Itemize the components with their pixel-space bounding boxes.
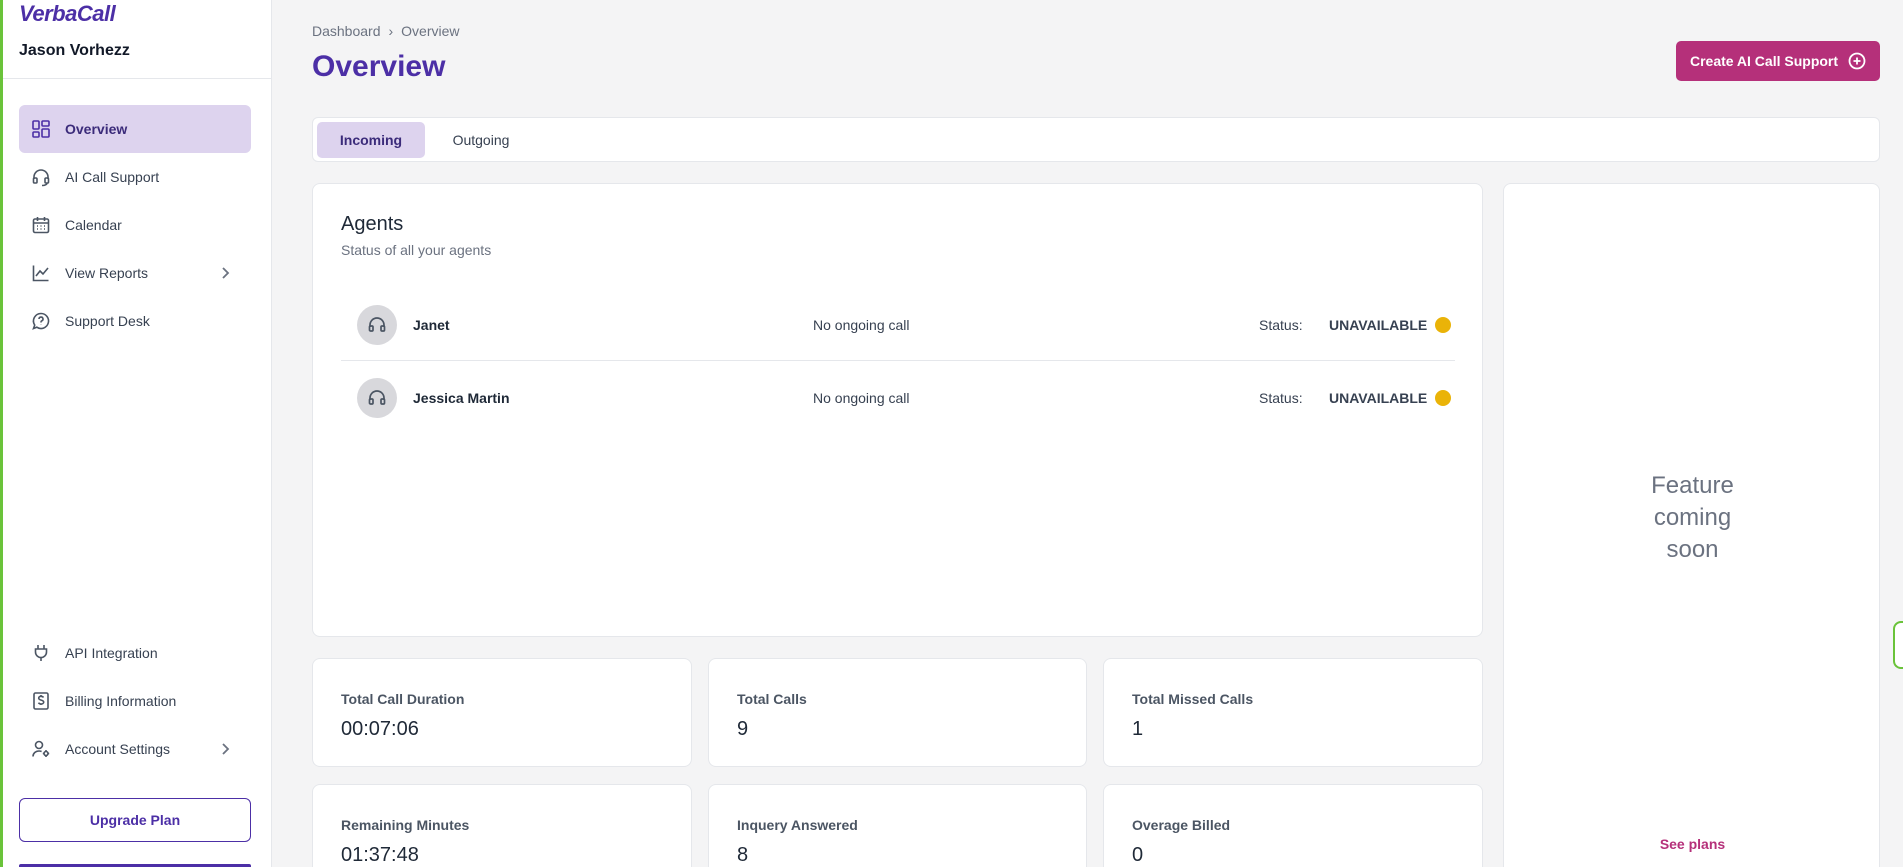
agent-row[interactable]: Jessica Martin No ongoing call Status: U… bbox=[341, 362, 1455, 434]
status-indicator-dot bbox=[1435, 317, 1451, 333]
stat-card-remaining-minutes: Remaining Minutes 01:37:48 bbox=[312, 784, 692, 867]
stat-label: Inquery Answered bbox=[737, 817, 858, 833]
sidebar-item-ai-call-support[interactable]: AI Call Support bbox=[19, 153, 251, 201]
chat-help-icon bbox=[31, 311, 51, 331]
sidebar-item-label: API Integration bbox=[65, 645, 158, 661]
tab-outgoing[interactable]: Outgoing bbox=[431, 122, 531, 158]
stat-card-total-missed-calls: Total Missed Calls 1 bbox=[1103, 658, 1483, 767]
breadcrumb-dashboard-link[interactable]: Dashboard bbox=[312, 23, 381, 39]
agent-status-label: Status: bbox=[1259, 390, 1303, 406]
agent-row[interactable]: Janet No ongoing call Status: UNAVAILABL… bbox=[341, 289, 1455, 361]
stat-value: 9 bbox=[737, 718, 749, 740]
agent-call-status: No ongoing call bbox=[813, 317, 910, 333]
breadcrumb: Dashboard › Overview bbox=[312, 23, 460, 39]
tab-incoming[interactable]: Incoming bbox=[317, 122, 425, 158]
agents-card: Agents Status of all your agents Janet N… bbox=[312, 183, 1483, 637]
stat-card-inquery-answered: Inquery Answered 8 bbox=[708, 784, 1087, 867]
grid-icon bbox=[31, 119, 51, 139]
stat-value: 01:37:48 bbox=[341, 844, 419, 866]
headset-icon bbox=[368, 390, 386, 405]
agent-name: Janet bbox=[413, 317, 450, 333]
stat-label: Total Call Duration bbox=[341, 691, 465, 707]
chart-line-icon bbox=[31, 263, 51, 283]
stat-value: 1 bbox=[1132, 718, 1144, 740]
chevron-right-icon bbox=[217, 265, 233, 281]
chat-widget-tab[interactable] bbox=[1893, 621, 1903, 669]
sidebar-item-label: Calendar bbox=[65, 217, 122, 233]
stat-card-total-calls: Total Calls 9 bbox=[708, 658, 1087, 767]
status-indicator-dot bbox=[1435, 390, 1451, 406]
sidebar-item-billing-information[interactable]: Billing Information bbox=[19, 677, 251, 725]
see-plans-link[interactable]: See plans bbox=[1504, 836, 1881, 852]
sidebar-item-label: Billing Information bbox=[65, 693, 177, 709]
create-ai-call-support-button[interactable]: Create AI Call Support bbox=[1676, 41, 1880, 81]
plug-icon bbox=[31, 643, 51, 663]
agent-status-value: UNAVAILABLE bbox=[1329, 317, 1428, 333]
agents-title: Agents bbox=[341, 213, 404, 235]
stat-label: Total Missed Calls bbox=[1132, 691, 1254, 707]
sidebar-item-label: Account Settings bbox=[65, 741, 171, 757]
plus-circle-icon bbox=[1848, 52, 1866, 70]
sidebar-item-api-integration[interactable]: API Integration bbox=[19, 629, 251, 677]
brand-logo[interactable]: VerbaCall bbox=[19, 1, 116, 27]
stat-value: 8 bbox=[737, 844, 749, 866]
chevron-right-icon: › bbox=[388, 23, 394, 39]
stat-label: Remaining Minutes bbox=[341, 817, 470, 833]
user-name: Jason Vorhezz bbox=[19, 42, 130, 59]
page-title: Overview bbox=[312, 50, 446, 83]
sidebar-item-account-settings[interactable]: Account Settings bbox=[19, 725, 251, 773]
sidebar-item-label: Support Desk bbox=[65, 313, 150, 329]
coming-soon-line: soon bbox=[1666, 536, 1719, 563]
stat-value: 0 bbox=[1132, 844, 1144, 866]
upgrade-plan-button[interactable]: Upgrade Plan bbox=[19, 798, 251, 842]
feature-coming-soon-card: Feature coming soon See plans bbox=[1503, 183, 1880, 867]
sidebar-item-view-reports[interactable]: View Reports bbox=[19, 249, 251, 297]
stat-label: Overage Billed bbox=[1132, 817, 1231, 833]
sidebar-item-label: Overview bbox=[65, 121, 128, 137]
sidebar-divider bbox=[3, 78, 272, 79]
agent-avatar bbox=[357, 305, 397, 345]
headset-icon bbox=[31, 167, 51, 187]
agent-status-label: Status: bbox=[1259, 317, 1303, 333]
breadcrumb-current: Overview bbox=[401, 23, 460, 39]
stat-value: 00:07:06 bbox=[341, 718, 419, 740]
create-button-label: Create AI Call Support bbox=[1689, 53, 1839, 69]
sidebar-item-support-desk[interactable]: Support Desk bbox=[19, 297, 251, 345]
tabs-bar: Incoming Outgoing bbox=[312, 117, 1880, 162]
agent-status-value: UNAVAILABLE bbox=[1329, 390, 1428, 406]
agent-call-status: No ongoing call bbox=[813, 390, 910, 406]
calendar-icon bbox=[31, 215, 51, 235]
agent-name: Jessica Martin bbox=[413, 390, 510, 406]
agents-subtitle: Status of all your agents bbox=[341, 242, 492, 258]
stat-label: Total Calls bbox=[737, 691, 807, 707]
chevron-right-icon bbox=[217, 741, 233, 757]
sidebar-item-calendar[interactable]: Calendar bbox=[19, 201, 251, 249]
coming-soon-text: Feature coming soon bbox=[1504, 470, 1881, 566]
coming-soon-line: coming bbox=[1653, 504, 1732, 531]
sidebar-item-label: AI Call Support bbox=[65, 169, 160, 185]
user-gear-icon bbox=[31, 739, 51, 759]
headset-icon bbox=[368, 317, 386, 332]
stat-card-total-call-duration: Total Call Duration 00:07:06 bbox=[312, 658, 692, 767]
sidebar: VerbaCall Jason Vorhezz Overview AI Call… bbox=[3, 0, 272, 867]
sidebar-item-label: View Reports bbox=[65, 265, 149, 281]
stat-card-overage-billed: Overage Billed 0 bbox=[1103, 784, 1483, 867]
coming-soon-line: Feature bbox=[1651, 472, 1734, 499]
sidebar-item-overview[interactable]: Overview bbox=[19, 105, 251, 153]
agent-avatar bbox=[357, 378, 397, 418]
dollar-doc-icon bbox=[31, 691, 51, 711]
